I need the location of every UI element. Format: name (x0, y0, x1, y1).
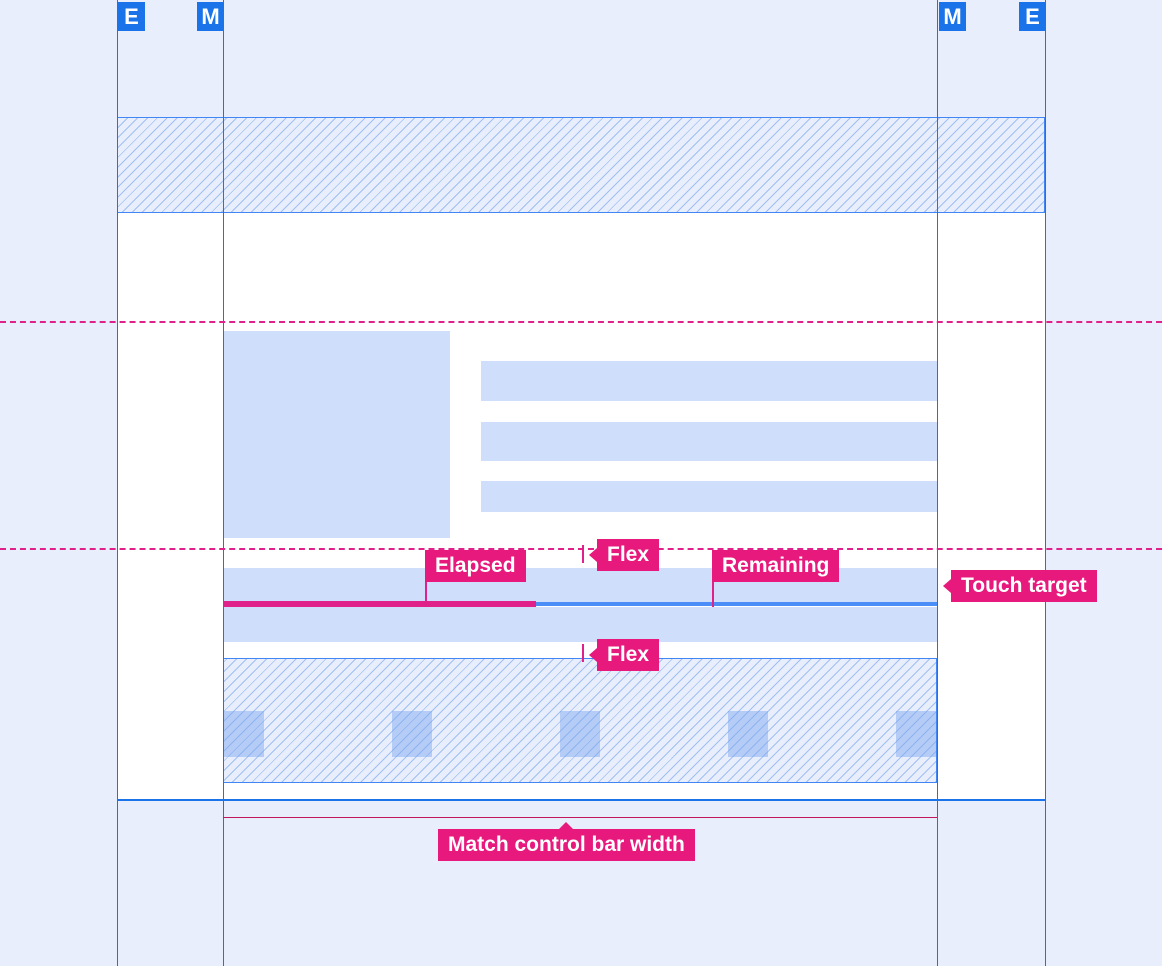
annotation-flex-upper: Flex (588, 539, 660, 571)
marker-right-edge: E (1019, 2, 1046, 31)
progress-track-elapsed[interactable] (223, 601, 536, 607)
annotation-flex-lower: Flex (588, 639, 660, 671)
canvas-top-fill (117, 0, 1045, 117)
flex-tick-lower (582, 644, 584, 662)
control-icon-slot-4[interactable] (728, 711, 768, 757)
guide-right-edge (1045, 0, 1046, 966)
baseline-guide-upper (0, 321, 1162, 323)
guide-right-margin (937, 0, 938, 966)
marker-right-margin: M (939, 2, 966, 31)
guide-left-edge (117, 0, 118, 966)
control-icon-slot-2[interactable] (392, 711, 432, 757)
text-line-placeholder-3 (481, 481, 937, 512)
text-line-placeholder-2 (481, 422, 937, 461)
annotation-touch-target: Touch target (943, 570, 1097, 602)
app-bar-region (117, 117, 1045, 213)
control-icon-slot-3[interactable] (560, 711, 600, 757)
annotation-match-control-bar-width: Match control bar width (438, 822, 695, 861)
card-bottom-edge (117, 799, 1045, 801)
text-line-placeholder-1 (481, 361, 937, 401)
annotation-remaining: Remaining (712, 550, 840, 582)
control-icon-slot-1[interactable] (224, 711, 264, 757)
marker-left-margin: M (197, 2, 224, 31)
guide-left-margin (223, 0, 224, 966)
control-bar-region (223, 658, 937, 783)
marker-left-edge: E (118, 2, 145, 31)
touch-target-band-lower[interactable] (223, 607, 937, 642)
baseline-guide-lower (0, 548, 1162, 550)
layout-spec-canvas: E M M E Elapsed Remaining Flex Flex Touc… (0, 0, 1162, 966)
media-thumbnail-placeholder (223, 331, 450, 538)
control-icon-slot-5[interactable] (896, 711, 936, 757)
flex-tick-upper (582, 545, 584, 563)
remaining-leader-line (712, 580, 714, 607)
control-bar-width-rule (223, 817, 937, 818)
annotation-elapsed: Elapsed (425, 550, 526, 582)
elapsed-leader-line (425, 580, 427, 607)
